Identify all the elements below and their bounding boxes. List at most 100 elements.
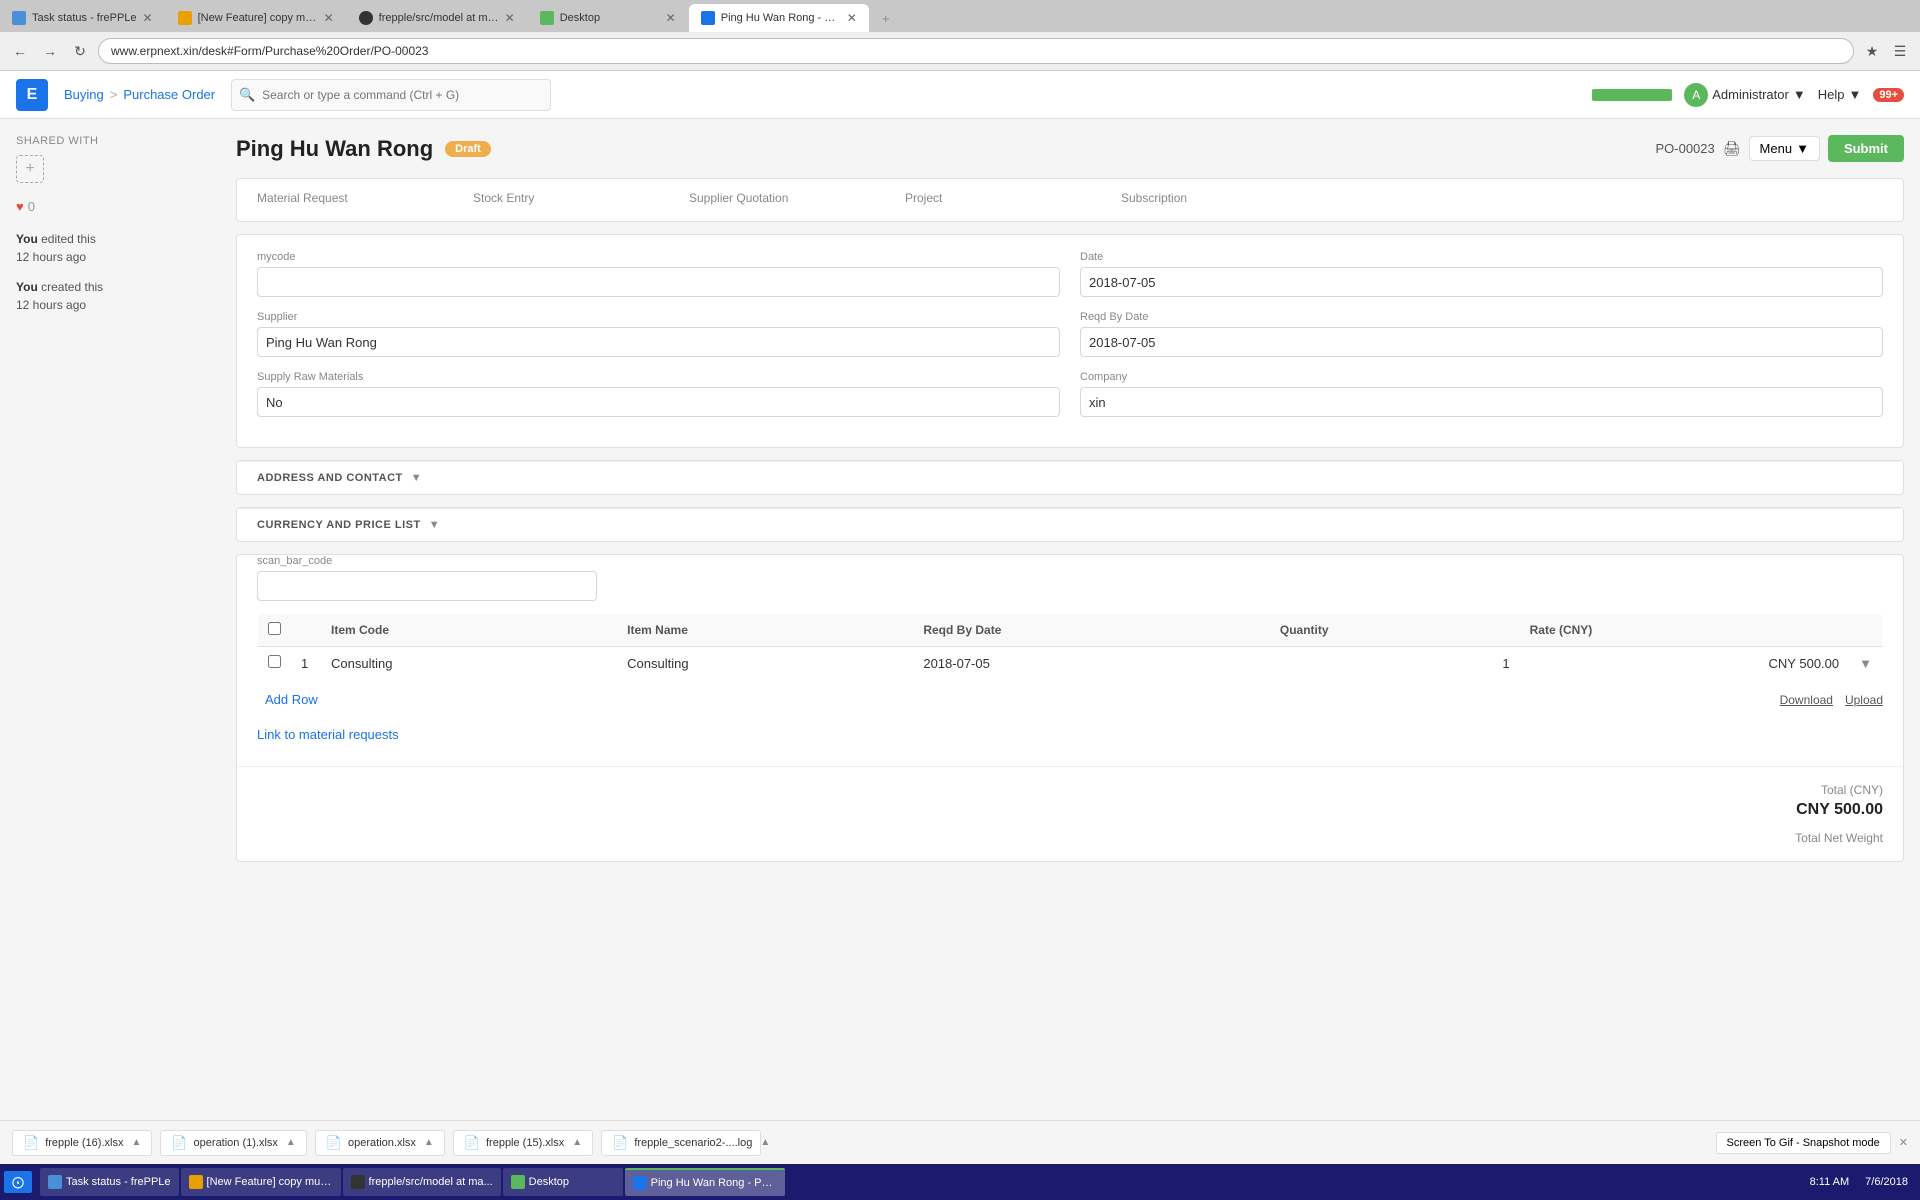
reqd-by-date-label: Reqd By Date — [1080, 311, 1883, 323]
taskbar-item-5[interactable]: Ping Hu Wan Rong - PC... — [625, 1168, 785, 1196]
tab-close-3[interactable]: ✕ — [505, 11, 515, 25]
tab-close-4[interactable]: ✕ — [666, 11, 676, 25]
search-bar-wrapper: 🔍 — [231, 79, 551, 111]
nav-actions: ★ ☰ — [1860, 39, 1912, 63]
link-material-requests[interactable]: Link to material requests — [257, 719, 399, 750]
select-all-checkbox[interactable] — [268, 622, 281, 635]
browser-tabs: Task status - frePPLe ✕ [New Feature] co… — [0, 0, 1920, 32]
header-right: A Administrator ▼ Help ▼ 99+ — [1592, 83, 1904, 107]
admin-label: Administrator — [1712, 87, 1789, 102]
mycode-input[interactable] — [257, 267, 1060, 297]
taskbar-start-button[interactable]: ⨀ — [4, 1171, 32, 1193]
app-header: E Buying > Purchase Order 🔍 A Administra… — [0, 71, 1920, 119]
browser-tab-4[interactable]: Desktop ✕ — [528, 4, 688, 32]
new-tab-button[interactable]: + — [872, 4, 900, 32]
breadcrumb-buying[interactable]: Buying — [64, 87, 104, 102]
stock-entry-label: Stock Entry — [473, 191, 673, 205]
tab-favicon-2 — [178, 11, 192, 25]
address-contact-section-header[interactable]: ADDRESS AND CONTACT ▼ — [237, 461, 1903, 494]
supplier-input[interactable] — [257, 327, 1060, 357]
search-input[interactable] — [231, 79, 551, 111]
upload-button[interactable]: Upload — [1845, 693, 1883, 707]
download-label-5: frepple_scenario2-....log — [634, 1137, 752, 1149]
breadcrumb-purchase-order[interactable]: Purchase Order — [123, 87, 215, 102]
tab-close-5[interactable]: ✕ — [847, 11, 857, 25]
table-section: scan_bar_code Item Code Item Name Reqd B… — [237, 555, 1903, 766]
download-label-2: operation (1).xlsx — [194, 1137, 278, 1149]
download-item-5[interactable]: 📄 frepple_scenario2-....log ▲ — [601, 1130, 761, 1156]
row-rate-cell: CNY 500.00 — [1520, 647, 1850, 680]
supplier-label: Supplier — [257, 311, 1060, 323]
timeline-entry-1: You edited this 12 hours ago — [16, 230, 204, 266]
row-item-name-cell: Consulting — [617, 647, 913, 680]
close-download-bar-icon[interactable]: ✕ — [1899, 1136, 1908, 1149]
print-icon[interactable]: 🖨 — [1723, 140, 1741, 157]
add-row-button[interactable]: Add Row — [257, 688, 326, 711]
admin-dropdown[interactable]: A Administrator ▼ — [1684, 83, 1805, 107]
screen-gif-button[interactable]: Screen To Gif - Snapshot mode — [1716, 1132, 1891, 1154]
help-dropdown[interactable]: Help ▼ — [1818, 87, 1862, 102]
supply-raw-materials-label: Supply Raw Materials — [257, 371, 1060, 383]
download-item-4[interactable]: 📄 frepple (15).xlsx ▲ — [453, 1130, 593, 1156]
extensions-button[interactable]: ☰ — [1888, 39, 1912, 63]
company-input[interactable] — [1080, 387, 1883, 417]
browser-tab-1[interactable]: Task status - frePPLe ✕ — [0, 4, 165, 32]
browser-tab-5[interactable]: Ping Hu Wan Rong - PC... ✕ — [689, 4, 869, 32]
add-share-button[interactable]: + — [16, 155, 44, 183]
status-badge: Draft — [445, 141, 491, 157]
download-button[interactable]: Download — [1780, 693, 1833, 707]
tab-label-4: Desktop — [560, 12, 600, 24]
forward-button[interactable]: → — [38, 39, 62, 63]
breadcrumb-separator: > — [110, 87, 118, 102]
currency-price-list-section-header[interactable]: CURRENCY AND PRICE LIST ▼ — [237, 508, 1903, 541]
bookmark-button[interactable]: ★ — [1860, 39, 1884, 63]
download-item-1[interactable]: 📄 frepple (16).xlsx ▲ — [12, 1130, 152, 1156]
back-button[interactable]: ← — [8, 39, 32, 63]
menu-label: Menu — [1760, 141, 1793, 156]
notification-badge[interactable]: 99+ — [1873, 88, 1904, 102]
row-dropdown-icon[interactable]: ▼ — [1859, 656, 1872, 671]
submit-button[interactable]: Submit — [1828, 135, 1904, 162]
supply-raw-materials-input[interactable] — [257, 387, 1060, 417]
total-net-weight-label: Total Net Weight — [257, 831, 1883, 845]
supplier-quotation-label: Supplier Quotation — [689, 191, 889, 205]
download-chevron-icon-4: ▲ — [572, 1137, 582, 1148]
tab-label-5: Ping Hu Wan Rong - PC... — [721, 12, 841, 24]
taskbar: ⨀ Task status - frePPLe [New Feature] co… — [0, 1164, 1920, 1200]
taskbar-item-1[interactable]: Task status - frePPLe — [40, 1168, 179, 1196]
reload-button[interactable]: ↻ — [68, 39, 92, 63]
browser-chrome: Task status - frePPLe ✕ [New Feature] co… — [0, 0, 1920, 71]
reqd-by-date-group: Reqd By Date — [1080, 311, 1883, 357]
col-header-check — [258, 614, 292, 647]
tab-favicon-3 — [359, 11, 373, 25]
taskbar-item-3[interactable]: frepple/src/model at ma... — [343, 1168, 501, 1196]
col-header-reqd-by-date: Reqd By Date — [913, 614, 1270, 647]
scan-bar-code-input[interactable] — [257, 571, 597, 601]
table-header-row: Item Code Item Name Reqd By Date Quantit… — [258, 614, 1883, 647]
menu-button[interactable]: Menu ▼ — [1749, 136, 1820, 161]
reqd-by-date-input[interactable] — [1080, 327, 1883, 357]
download-label-3: operation.xlsx — [348, 1137, 416, 1149]
heart-icon[interactable]: ♥ — [16, 199, 24, 214]
address-bar[interactable] — [98, 38, 1854, 64]
col-header-quantity: Quantity — [1270, 614, 1520, 647]
status-bar — [1592, 89, 1672, 101]
tab-close-1[interactable]: ✕ — [143, 11, 153, 25]
col-header-rate: Rate (CNY) — [1520, 614, 1850, 647]
download-item-2[interactable]: 📄 operation (1).xlsx ▲ — [160, 1130, 306, 1156]
table-footer: Add Row Download Upload — [257, 680, 1883, 719]
currency-price-list-label: CURRENCY AND PRICE LIST — [257, 519, 421, 531]
browser-tab-2[interactable]: [New Feature] copy mult... ✕ — [166, 4, 346, 32]
row-checkbox[interactable] — [268, 655, 281, 668]
taskbar-item-4[interactable]: Desktop — [503, 1168, 623, 1196]
taskbar-item-2[interactable]: [New Feature] copy mult... — [181, 1168, 341, 1196]
xlsx-icon-3: 📄 — [326, 1135, 342, 1151]
date-input[interactable] — [1080, 267, 1883, 297]
form-row-2: Supplier Reqd By Date — [257, 311, 1883, 357]
tab-close-2[interactable]: ✕ — [324, 11, 334, 25]
download-item-3[interactable]: 📄 operation.xlsx ▲ — [315, 1130, 445, 1156]
supplier-group: Supplier — [257, 311, 1060, 357]
mycode-group: mycode — [257, 251, 1060, 297]
doc-header: Ping Hu Wan Rong Draft PO-00023 🖨 Menu ▼… — [236, 135, 1904, 162]
browser-tab-3[interactable]: frepple/src/model at mas... ✕ — [347, 4, 527, 32]
